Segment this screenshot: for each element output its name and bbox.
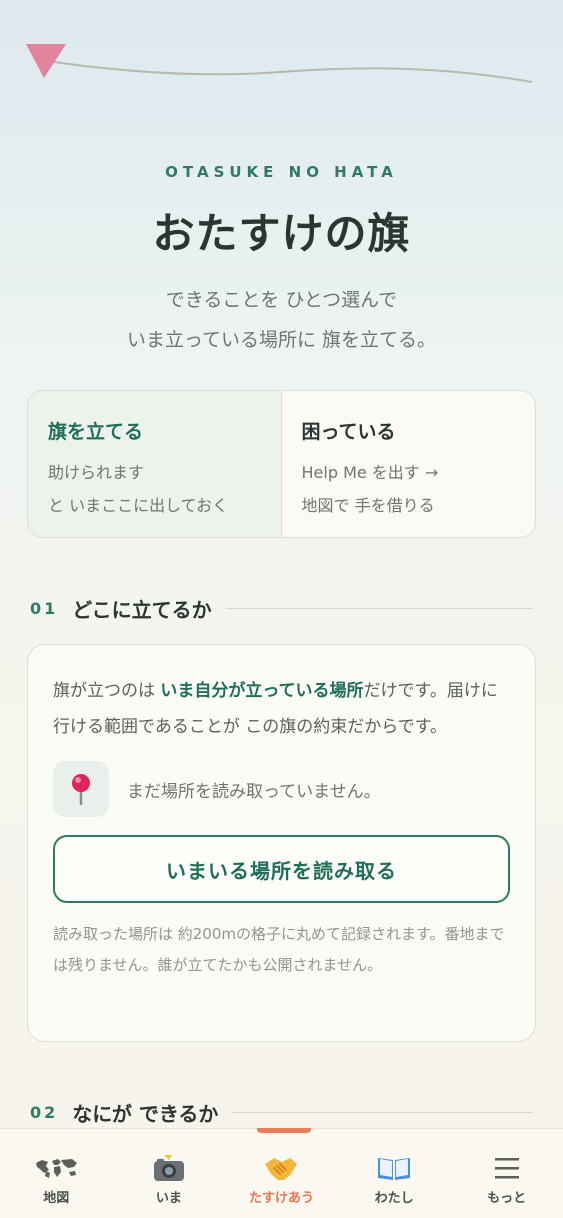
menu-icon bbox=[494, 1151, 520, 1185]
world-map-icon bbox=[34, 1151, 78, 1185]
tab-label: もっと bbox=[487, 1191, 527, 1206]
read-location-button[interactable]: いまいる場所を読み取る bbox=[53, 835, 510, 903]
open-book-icon bbox=[376, 1151, 412, 1185]
tab-me[interactable]: わたし bbox=[338, 1129, 451, 1218]
tab-label: わたし bbox=[374, 1191, 414, 1206]
camera-flash-icon bbox=[152, 1151, 186, 1185]
page-lead: できることを ひとつ選んで いま立っている場所に 旗を立てる。 bbox=[0, 280, 563, 360]
mode-offer-help[interactable]: 旗を立てる 助けられます と いまここに出しておく bbox=[28, 391, 282, 537]
tab-map[interactable]: 地図 bbox=[0, 1129, 113, 1218]
location-status-text: まだ場所を読み取っていません。 bbox=[127, 781, 381, 802]
pushpin-icon bbox=[53, 761, 109, 817]
emphasis-text: いま自分が立っている場所 bbox=[160, 681, 364, 701]
bottom-tab-bar: 地図 いま たすけあう わたし もっと bbox=[0, 1128, 563, 1218]
mode-need-title: 困っている bbox=[301, 421, 396, 443]
section-title: どこに立てるか bbox=[72, 598, 212, 622]
section-number: 01 bbox=[30, 599, 59, 618]
tab-more[interactable]: もっと bbox=[450, 1129, 563, 1218]
mode-offer-title: 旗を立てる bbox=[48, 421, 144, 443]
mode-need-help[interactable]: 困っている Help Me を出す → 地図で 手を借りる bbox=[282, 391, 536, 537]
tab-help[interactable]: たすけあう bbox=[225, 1128, 338, 1218]
section-divider bbox=[232, 1112, 533, 1113]
tab-label: 地図 bbox=[43, 1191, 70, 1206]
bunting-decoration bbox=[26, 44, 533, 83]
lead-line-1: できることを ひとつ選んで bbox=[165, 289, 398, 311]
privacy-note: 読み取った場所は 約200mの格子に丸めて記録されます。番地までは残りません。誰… bbox=[53, 925, 505, 974]
tab-label: たすけあう bbox=[248, 1191, 314, 1206]
tab-now[interactable]: いま bbox=[113, 1129, 226, 1218]
mode-offer-desc-1: 助けられます bbox=[48, 463, 145, 482]
mode-need-desc-1: Help Me を出す → bbox=[301, 463, 439, 482]
page-title: おたすけの旗 bbox=[152, 209, 411, 258]
section-divider bbox=[225, 608, 533, 609]
mode-selector: 旗を立てる 助けられます と いまここに出しておく 困っている Help Me … bbox=[27, 390, 536, 538]
eyebrow-label: OTASUKE NO HATA bbox=[165, 163, 398, 181]
location-explanation: 旗が立つのは いま自分が立っている場所だけです。届けに行ける範囲であることが こ… bbox=[53, 681, 498, 737]
pennant-flag-icon bbox=[26, 44, 66, 78]
location-status-row: まだ場所を読み取っていません。 bbox=[53, 761, 510, 817]
lead-line-2: いま立っている場所に 旗を立てる。 bbox=[126, 329, 437, 351]
handshake-icon bbox=[264, 1151, 298, 1185]
section-heading-what: 02 なにが できるか bbox=[30, 1098, 533, 1127]
section-number: 02 bbox=[30, 1103, 59, 1122]
section-title: なにが できるか bbox=[72, 1102, 219, 1126]
location-card: 旗が立つのは いま自分が立っている場所だけです。届けに行ける範囲であることが こ… bbox=[27, 644, 536, 1042]
section-heading-where: 01 どこに立てるか bbox=[30, 594, 533, 623]
mode-need-desc-2: 地図で 手を借りる bbox=[301, 496, 435, 515]
mode-offer-desc-2: と いまここに出しておく bbox=[48, 496, 229, 515]
tab-label: いま bbox=[155, 1191, 182, 1206]
